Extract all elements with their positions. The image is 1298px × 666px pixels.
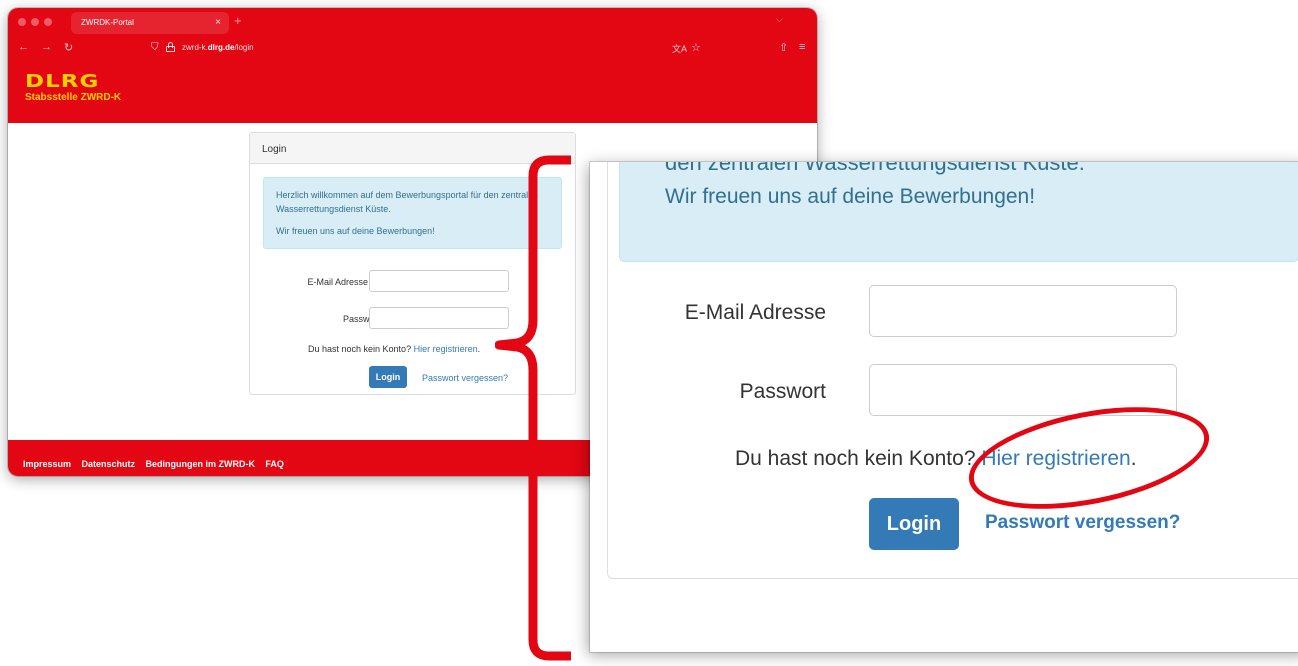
address-bar[interactable]: zwrd-k.dlrg.de/login — [182, 43, 254, 52]
zoomed-welcome-alert: den zentralen Wasserrettungsdienst Küste… — [619, 162, 1298, 262]
tab-title: ZWRDK-Portal — [81, 18, 134, 27]
site-header: DLRG Stabsstelle ZWRD-K — [8, 62, 817, 123]
zoomed-password-label: Passwort — [739, 380, 826, 403]
zoomed-applications-text: Wir freuen uns auf deine Bewerbungen! — [665, 185, 1036, 208]
password-input[interactable] — [369, 307, 509, 329]
zoomed-no-account-text: Du hast noch kein Konto? — [735, 447, 976, 470]
browser-tab[interactable]: ZWRDK-Portal × — [71, 12, 229, 34]
footer-link-faq[interactable]: FAQ — [265, 459, 284, 469]
email-input[interactable] — [369, 270, 509, 292]
password-label: Passwort — [342, 314, 380, 324]
share-icon[interactable]: ⇧ — [779, 41, 788, 54]
footer-link-impressum[interactable]: Impressum — [23, 459, 71, 469]
logo-word: DLRG — [25, 71, 100, 92]
reload-icon[interactable]: ↻ — [64, 41, 73, 54]
menu-icon[interactable]: ≡ — [799, 41, 805, 53]
tab-close-icon[interactable]: × — [215, 12, 221, 34]
browser-toolbar: ← → ↻ ⛉ zwrd-k.dlrg.de/login 文A ☆ ⇧ ≡ — [8, 36, 817, 62]
lock-icon[interactable] — [166, 42, 175, 52]
browser-titlebar: ZWRDK-Portal × + ⌵ — [8, 8, 817, 36]
shield-icon[interactable]: ⛉ — [151, 42, 159, 53]
window-minimize-button[interactable] — [31, 18, 39, 26]
login-button[interactable]: Login — [369, 366, 407, 388]
register-link[interactable]: Hier registrieren — [414, 344, 478, 354]
new-tab-icon[interactable]: + — [234, 13, 242, 28]
zoomed-welcome-text: den zentralen Wasserrettungsdienst Küste… — [665, 162, 1085, 175]
window-zoom-button[interactable] — [44, 18, 52, 26]
zoom-callout: den zentralen Wasserrettungsdienst Küste… — [590, 162, 1298, 652]
zoomed-email-label: E-Mail Adresse — [684, 301, 826, 324]
bookmark-star-icon[interactable]: ☆ — [691, 41, 701, 54]
zoomed-email-input[interactable] — [869, 285, 1177, 337]
footer-link-datenschutz[interactable]: Datenschutz — [81, 459, 135, 469]
no-account-text: Du hast noch kein Konto? — [308, 344, 412, 354]
register-line: Du hast noch kein Konto? Hier registrier… — [308, 344, 481, 354]
dlrg-logo[interactable]: DLRG Stabsstelle ZWRD-K — [25, 73, 121, 103]
curly-bracket — [495, 155, 571, 661]
forward-icon[interactable]: → — [41, 41, 52, 53]
back-icon[interactable]: ← — [18, 41, 29, 53]
translate-icon[interactable]: 文A — [672, 42, 687, 55]
tab-list-chevron-icon[interactable]: ⌵ — [776, 14, 783, 25]
logo-subtitle: Stabsstelle ZWRD-K — [25, 92, 122, 103]
zoomed-login-button[interactable]: Login — [869, 498, 959, 550]
window-close-button[interactable] — [18, 18, 26, 26]
zoomed-forgot-password-link[interactable]: Passwort vergessen? — [985, 512, 1180, 534]
footer-link-bedingungen[interactable]: Bedingungen im ZWRD-K — [145, 459, 255, 469]
email-label: E-Mail Adresse — [307, 277, 368, 287]
